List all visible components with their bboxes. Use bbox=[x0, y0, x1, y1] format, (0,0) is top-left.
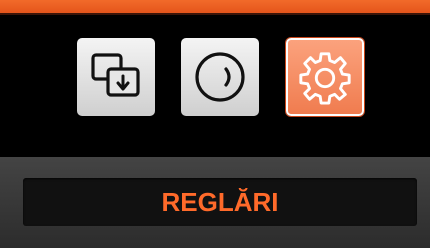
menu-item-settings[interactable] bbox=[286, 38, 364, 116]
selected-item-label-box: REGLĂRI bbox=[23, 178, 417, 226]
top-accent-divider bbox=[0, 13, 430, 15]
screen-swap-icon bbox=[91, 53, 140, 97]
gear-icon bbox=[299, 52, 351, 105]
menu-item-reflection bbox=[77, 118, 155, 160]
selected-item-label: REGLĂRI bbox=[161, 186, 279, 217]
dial-icon bbox=[195, 52, 245, 102]
menu-item-reflection bbox=[181, 118, 259, 160]
menu-item-dial[interactable] bbox=[181, 38, 259, 116]
top-accent-bar bbox=[0, 0, 430, 13]
menu-item-screen-swap[interactable] bbox=[77, 38, 155, 116]
menu-item-reflection bbox=[286, 118, 364, 160]
